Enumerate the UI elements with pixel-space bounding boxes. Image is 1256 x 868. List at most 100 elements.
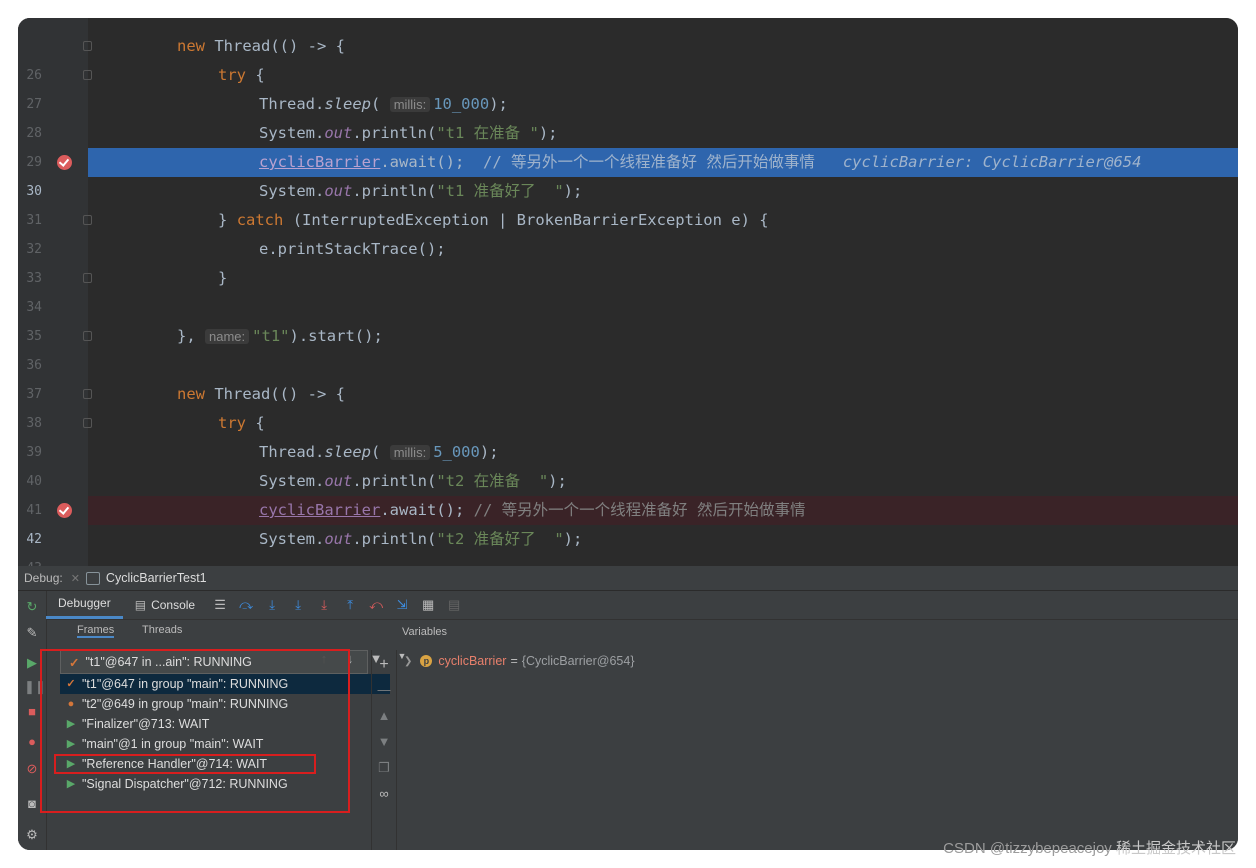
settings-icon[interactable]: ⚙ <box>24 827 40 843</box>
debugger-toolbar: Debugger ▤ Console ☰ ⤼ ⤓ ⤓ ⤓ ⤒ ⤺ ⇲ ▦ ▤ <box>46 591 1238 620</box>
watermark-ghost: 稀土掘金技术社区 <box>1115 840 1236 857</box>
fold-icon[interactable] <box>83 215 92 225</box>
pause-icon[interactable]: ❚❚ <box>24 679 46 695</box>
play-icon: ▶ <box>66 738 76 750</box>
thread-item[interactable]: ▶ "Signal Dispatcher"@712: RUNNING <box>60 774 390 794</box>
glasses-icon[interactable]: ∞ <box>376 786 392 801</box>
code-line[interactable]: 38 new Thread(() -> { <box>18 380 1238 431</box>
code-line[interactable]: 29 System.out.println("t1 在准备 "); <box>18 119 1238 170</box>
minus-icon[interactable]: — <box>376 682 392 697</box>
variable-value: {CyclicBarrier@654} <box>521 654 635 668</box>
code-line[interactable]: 35 <box>18 293 1238 344</box>
cyclic-barrier-ref[interactable]: cyclicBarrier <box>259 501 380 519</box>
arrow-down-icon[interactable]: ↓ <box>337 651 363 666</box>
step-into-icon[interactable]: ⤓ <box>285 597 311 613</box>
breakpoint-icon[interactable] <box>57 503 72 518</box>
watermark: CSDN @tizzybepeacejoy 稀土掘金技术社区 <box>943 837 1236 858</box>
rerun-icon[interactable]: ↻ <box>24 599 40 615</box>
force-step-into-icon[interactable]: ⤓ <box>311 597 337 613</box>
code-line[interactable]: 43 System.out.println("t2 准备好了 "); <box>18 525 1238 576</box>
code-line[interactable]: 34 } <box>18 264 1238 315</box>
code-line[interactable]: 31 System.out.println("t1 准备好了 "); <box>18 177 1238 228</box>
fold-icon[interactable] <box>83 273 92 283</box>
cyclic-barrier-ref[interactable]: cyclicBarrier <box>259 153 380 171</box>
resume-icon[interactable]: ▶ <box>24 655 40 671</box>
thread-item-label: "t2"@649 in group "main": RUNNING <box>82 697 289 711</box>
thread-item[interactable]: ▶ "Reference Handler"@714: WAIT <box>60 754 390 774</box>
fold-icon[interactable] <box>83 389 92 399</box>
fold-icon[interactable] <box>83 418 92 428</box>
step-out-icon[interactable]: ⤒ <box>337 597 363 613</box>
thread-item[interactable]: ● "t2"@649 in group "main": RUNNING <box>60 694 390 714</box>
current-execution-line[interactable]: 30 cyclicBarrier.await(); // 等另外一个一个线程准备… <box>26 148 1238 199</box>
stop-icon[interactable]: ■ <box>24 704 40 720</box>
fold-icon[interactable] <box>83 331 92 341</box>
arrow-up-icon[interactable]: ↑ <box>311 651 337 666</box>
show-execution-point-icon[interactable]: ⤼ <box>233 597 259 613</box>
variable-equals: = <box>510 654 518 668</box>
tab-frames[interactable]: Frames <box>77 624 115 638</box>
add-watch-icon[interactable]: + <box>376 656 392 674</box>
thread-item[interactable]: ✓ "t1"@647 in group "main": RUNNING <box>60 674 390 694</box>
debug-label: Debug: <box>24 571 63 585</box>
debug-title-bar: Debug: ✕ CyclicBarrierTest1 <box>18 566 1238 591</box>
code-line[interactable]: 40 Thread.sleep( millis: 5_000); <box>18 438 1238 489</box>
evaluate-icon[interactable]: ▦ <box>415 597 441 613</box>
chevron-right-icon[interactable]: ❯ <box>404 656 412 667</box>
code-line[interactable]: 37 <box>18 351 1238 402</box>
move-down-icon[interactable]: ▼ <box>376 734 392 749</box>
fold-icon[interactable] <box>83 70 92 80</box>
variables-title: Variables <box>402 626 448 638</box>
trace-icon[interactable]: ▤ <box>441 597 467 613</box>
step-over-icon[interactable]: ⤓ <box>259 597 285 613</box>
variable-name: cyclicBarrier <box>438 654 507 668</box>
field-icon: p <box>420 655 433 667</box>
thread-selector[interactable]: ✓ "t1"@647 in ...ain": RUNNING ↑ ↓ ▼ ▼ <box>60 650 406 674</box>
tab-threads[interactable]: Threads <box>142 624 182 636</box>
breakpoint-line[interactable]: 42 cyclicBarrier.await(); // 等另外一个一个线程准备… <box>26 496 1238 547</box>
play-icon: ▶ <box>66 778 76 790</box>
view-breakpoints-icon[interactable]: ● <box>24 734 40 750</box>
breakpoint-icon[interactable] <box>57 155 72 170</box>
inline-debug-value: cyclicBarrier: CyclicBarrier@654 <box>842 153 1142 171</box>
copy-icon[interactable]: ❐ <box>376 760 392 776</box>
thread-item-label: "Finalizer"@713: WAIT <box>82 717 210 731</box>
tab-debugger[interactable]: Debugger <box>46 591 123 619</box>
camera-icon[interactable]: ◙ <box>24 796 40 812</box>
code-line[interactable]: 28 Thread.sleep( millis: 10_000); <box>18 90 1238 141</box>
menu-icon[interactable]: ☰ <box>207 597 233 613</box>
tab-console-label: Console <box>151 598 196 612</box>
debug-session-name: CyclicBarrierTest1 <box>105 571 207 585</box>
code-line[interactable]: 26 new Thread(() -> { <box>18 32 1238 83</box>
play-icon: ▶ <box>66 718 76 730</box>
thread-item-label: "t1"@647 in group "main": RUNNING <box>82 677 289 691</box>
run-to-cursor-icon[interactable]: ⇲ <box>389 597 415 613</box>
fold-icon[interactable] <box>83 41 92 51</box>
code-line[interactable]: 32 } catch (InterruptedException | Broke… <box>18 206 1238 257</box>
move-up-icon[interactable]: ▲ <box>376 708 392 723</box>
code-line[interactable]: 41 System.out.println("t2 在准备 "); <box>18 467 1238 518</box>
debug-side-toolbar: ↻ ✎ ▶ ❚❚ ■ ● ⊘ ◙ ⚙ <box>18 591 47 850</box>
code-editor[interactable]: 26 new Thread(() -> { 27 try { 28 Thread… <box>18 18 1238 576</box>
code-line[interactable]: 27 try { <box>18 61 1238 112</box>
debug-panel: Debug: ✕ CyclicBarrierTest1 ↻ ✎ ▶ ❚❚ ■ ●… <box>18 566 1238 850</box>
drop-frame-icon[interactable]: ⤺ <box>363 597 389 613</box>
parameter-hint: name: <box>205 329 250 344</box>
variables-pane: Variables ❯ p cyclicBarrier = {CyclicBar… <box>396 620 1238 850</box>
watermark-text: CSDN @tizzybepeacejoy <box>943 840 1112 857</box>
close-icon[interactable]: ✕ <box>71 572 80 585</box>
variable-row[interactable]: ❯ p cyclicBarrier = {CyclicBarrier@654} <box>404 654 635 668</box>
thread-item-label: "Signal Dispatcher"@712: RUNNING <box>82 777 288 791</box>
code-line[interactable]: 39 try { <box>18 409 1238 460</box>
run-config-icon <box>85 571 100 585</box>
mute-breakpoints-icon[interactable]: ⊘ <box>24 761 40 777</box>
ide-window: 26 new Thread(() -> { 27 try { 28 Thread… <box>18 18 1238 850</box>
code-line[interactable]: 33 e.printStackTrace(); <box>18 235 1238 286</box>
code-line[interactable]: 36 }, name: "t1").start(); <box>18 322 1238 373</box>
thread-item[interactable]: ▶ "Finalizer"@713: WAIT <box>60 714 390 734</box>
wrench-icon[interactable]: ✎ <box>24 625 40 641</box>
debug-session-tab[interactable]: ✕ CyclicBarrierTest1 <box>71 571 207 585</box>
tab-console[interactable]: ▤ Console <box>123 591 207 619</box>
console-icon: ▤ <box>134 598 147 612</box>
thread-item[interactable]: ▶ "main"@1 in group "main": WAIT <box>60 734 390 754</box>
